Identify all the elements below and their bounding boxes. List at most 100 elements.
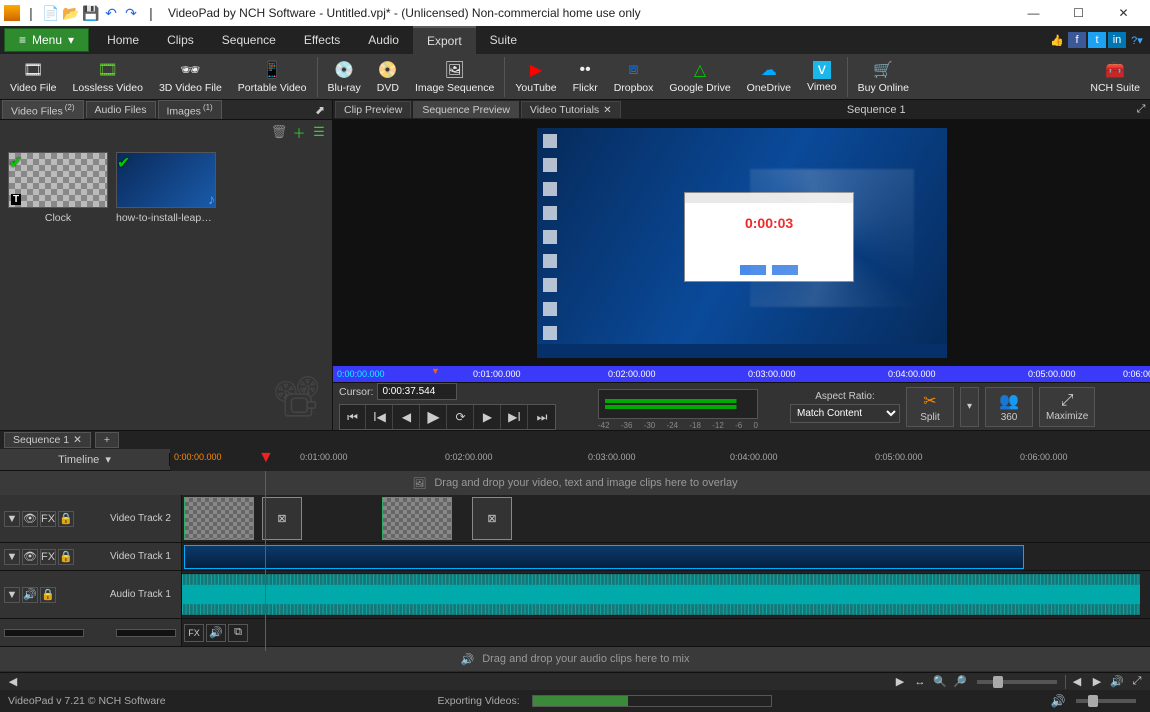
track-area[interactable]: [182, 571, 1150, 618]
like-icon[interactable]: 👍: [1048, 32, 1066, 48]
track-volume-slider[interactable]: [4, 629, 84, 637]
track-collapse-icon[interactable]: ▼: [4, 549, 20, 565]
qat-open-icon[interactable]: 📂: [62, 4, 80, 22]
maximize-button[interactable]: ☐: [1056, 0, 1101, 26]
tab-sequence[interactable]: Sequence: [208, 26, 290, 54]
export-portable[interactable]: 📱Portable Video: [230, 55, 315, 99]
track-fx2-icon[interactable]: FX: [184, 624, 204, 642]
tl-zoomin-icon[interactable]: 🔎: [951, 674, 969, 690]
preview-tab-tutorials[interactable]: Video Tutorials✕: [521, 101, 621, 118]
track-fx-icon[interactable]: FX: [40, 549, 56, 565]
export-youtube[interactable]: ▶YouTube: [507, 55, 564, 99]
track-eye-icon[interactable]: 👁: [22, 511, 38, 527]
help-icon[interactable]: ?▾: [1128, 32, 1146, 48]
cursor-input[interactable]: [377, 383, 457, 400]
facebook-icon[interactable]: f: [1068, 32, 1086, 48]
goto-end-icon[interactable]: ⏭: [529, 405, 555, 429]
preview-tab-clip[interactable]: Clip Preview: [335, 101, 411, 118]
split-button[interactable]: ✂Split: [906, 387, 954, 427]
tl-prev-icon[interactable]: ◀: [1068, 674, 1086, 690]
track-mute-icon[interactable]: 🔊: [206, 624, 226, 642]
qat-new-icon[interactable]: 📄: [42, 4, 60, 22]
bin-popout-icon[interactable]: ⬈: [312, 102, 328, 118]
tab-home[interactable]: Home: [93, 26, 153, 54]
loop-icon[interactable]: ⟳: [448, 405, 474, 429]
export-bluray[interactable]: 💿Blu-ray: [320, 55, 369, 99]
bin-list-icon[interactable]: ☰: [310, 123, 328, 141]
nch-suite[interactable]: 🧰NCH Suite: [1082, 55, 1148, 99]
step-fwd-icon[interactable]: ▶: [475, 405, 501, 429]
export-gdrive[interactable]: △Google Drive: [661, 55, 738, 99]
tab-effects[interactable]: Effects: [290, 26, 354, 54]
export-video-file[interactable]: 🎞Video File: [2, 55, 65, 99]
split-dropdown[interactable]: ▾: [960, 387, 979, 427]
timeline-ruler[interactable]: 0:00:00.000 ▼ 0:01:00.000 0:02:00.000 0:…: [170, 449, 1150, 471]
track-fx-icon[interactable]: FX: [40, 511, 56, 527]
timeline-mode[interactable]: Timeline▾: [0, 453, 170, 466]
master-volume-slider[interactable]: [1076, 699, 1136, 703]
preview-playhead-icon[interactable]: ▼: [431, 366, 440, 376]
sequence-tab[interactable]: Sequence 1✕: [4, 432, 91, 448]
export-onedrive[interactable]: ☁OneDrive: [739, 55, 799, 99]
qat-undo-icon[interactable]: ↶: [102, 4, 120, 22]
360-button[interactable]: 👥360: [985, 387, 1033, 427]
buy-online[interactable]: 🛒Buy Online: [850, 55, 917, 99]
tl-pin-icon[interactable]: ⤢: [1128, 674, 1146, 690]
qat-redo-icon[interactable]: ↷: [122, 4, 140, 22]
bin-tab-video[interactable]: Video Files(2): [2, 100, 84, 120]
tl-scroll-right-icon[interactable]: ▶: [891, 674, 909, 690]
bin-trash-icon[interactable]: 🗑: [270, 123, 288, 141]
track-collapse-icon[interactable]: ▼: [4, 587, 20, 603]
goto-start-icon[interactable]: ⏮: [340, 405, 366, 429]
export-dropbox[interactable]: ⧈Dropbox: [606, 55, 662, 99]
next-frame-icon[interactable]: ▶Ⅰ: [502, 405, 528, 429]
tl-zoomout-icon[interactable]: 🔍: [931, 674, 949, 690]
close-button[interactable]: ✕: [1101, 0, 1146, 26]
prev-frame-icon[interactable]: Ⅰ◀: [367, 405, 393, 429]
track-collapse-icon[interactable]: ▼: [4, 511, 20, 527]
track-link-icon[interactable]: ⧉: [228, 624, 248, 642]
track-eye-icon[interactable]: 👁: [22, 549, 38, 565]
track-lock-icon[interactable]: 🔒: [40, 587, 56, 603]
tab-suite[interactable]: Suite: [476, 26, 531, 54]
bin-tab-images[interactable]: Images(1): [158, 100, 222, 120]
track-pan-slider[interactable]: [116, 629, 176, 637]
maximize-preview-button[interactable]: ⤢Maximize: [1039, 387, 1095, 427]
tl-zoom-slider[interactable]: [977, 680, 1057, 684]
tl-next-icon[interactable]: ▶: [1088, 674, 1106, 690]
bin-area[interactable]: ✔T Clock ✔♪ how-to-install-leapdro... 📽: [0, 144, 332, 430]
export-dvd[interactable]: 📀DVD: [369, 55, 407, 99]
bin-tab-audio[interactable]: Audio Files: [86, 101, 156, 118]
playhead-icon[interactable]: ▼: [258, 449, 274, 467]
track-lock-icon[interactable]: 🔒: [58, 549, 74, 565]
audio-drop-hint[interactable]: 🔊Drag and drop your audio clips here to …: [0, 647, 1150, 671]
minimize-button[interactable]: —: [1011, 0, 1056, 26]
tl-scroll-left-icon[interactable]: ◀: [4, 674, 22, 690]
overlay-drop-hint[interactable]: 🖼Drag and drop your video, text and imag…: [0, 471, 1150, 495]
qat-save-icon[interactable]: 💾: [82, 4, 100, 22]
preview-screen[interactable]: 0:00:03: [333, 120, 1150, 366]
clip-item[interactable]: ✔♪ how-to-install-leapdro...: [116, 152, 216, 224]
bin-add-icon[interactable]: ＋: [290, 123, 308, 141]
preview-ruler[interactable]: 0:00:00.000 ▼ 0:01:00.000 0:02:00.000 0:…: [333, 366, 1150, 382]
step-back-icon[interactable]: ◀: [394, 405, 420, 429]
tl-fit-icon[interactable]: ↔: [911, 674, 929, 690]
close-icon[interactable]: ✕: [603, 105, 611, 116]
export-image-seq[interactable]: 🖼Image Sequence: [407, 55, 502, 99]
aspect-select[interactable]: Match Content: [790, 404, 900, 423]
track-lock-icon[interactable]: 🔒: [58, 511, 74, 527]
export-vimeo[interactable]: vVimeo: [799, 55, 845, 99]
linkedin-icon[interactable]: in: [1108, 32, 1126, 48]
menu-button[interactable]: ≡Menu▾: [4, 28, 89, 52]
export-lossless[interactable]: 🎞Lossless Video: [65, 55, 151, 99]
add-sequence-button[interactable]: +: [95, 432, 119, 448]
close-icon[interactable]: ✕: [73, 434, 82, 446]
preview-tab-sequence[interactable]: Sequence Preview: [413, 101, 519, 118]
audio-waveform[interactable]: [182, 573, 1140, 616]
tl-speaker-icon[interactable]: 🔊: [1108, 674, 1126, 690]
twitter-icon[interactable]: t: [1088, 32, 1106, 48]
tab-audio[interactable]: Audio: [354, 26, 413, 54]
tab-clips[interactable]: Clips: [153, 26, 208, 54]
export-flickr[interactable]: ••Flickr: [565, 55, 606, 99]
track-area[interactable]: [182, 543, 1150, 570]
